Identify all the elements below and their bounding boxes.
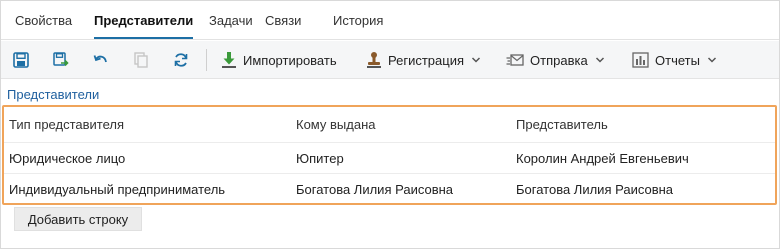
sending-label: Отправка <box>530 52 588 68</box>
table-row[interactable]: Индивидуальный предприниматель Богатова … <box>4 174 775 206</box>
refresh-icon[interactable] <box>172 51 190 69</box>
chevron-down-icon <box>595 57 604 63</box>
tab-history[interactable]: История <box>333 13 383 39</box>
chevron-down-icon <box>707 57 716 63</box>
cell-representative[interactable]: Королин Андрей Евгеньевич <box>516 151 689 166</box>
column-header-representative-type: Тип представителя <box>9 117 125 132</box>
reports-label: Отчеты <box>655 52 700 68</box>
stamp-icon <box>367 52 381 68</box>
save-icon[interactable] <box>12 51 30 69</box>
column-header-representative: Представитель <box>516 117 608 132</box>
tab-bar-divider <box>1 39 779 40</box>
chevron-down-icon <box>471 57 481 63</box>
send-icon <box>506 54 524 66</box>
tab-representatives[interactable]: Представители <box>94 13 194 39</box>
download-icon <box>222 52 236 68</box>
table-header-row: Тип представителя Кому выдана Представит… <box>4 109 775 141</box>
section-title: Представители <box>7 87 100 102</box>
tab-links[interactable]: Связи <box>265 13 301 39</box>
tab-tasks[interactable]: Задачи <box>209 13 253 39</box>
undo-icon[interactable] <box>92 51 110 69</box>
table-row[interactable]: Юридическое лицо Юпитер Королин Андрей Е… <box>4 143 775 175</box>
toolbar: Импортировать Регистрация Отправка Отчет… <box>1 41 779 79</box>
import-label: Импортировать <box>243 52 337 68</box>
tab-bar: Свойства Представители Задачи Связи Исто… <box>1 1 779 41</box>
representatives-table: Тип представителя Кому выдана Представит… <box>2 105 777 205</box>
representatives-panel: Свойства Представители Задачи Связи Исто… <box>0 0 780 249</box>
cell-issued-to[interactable]: Юпитер <box>296 151 344 166</box>
reports-dropdown[interactable]: Отчеты <box>632 50 717 70</box>
add-row-button[interactable]: Добавить строку <box>14 207 142 231</box>
registration-label: Регистрация <box>388 52 464 68</box>
tab-properties[interactable]: Свойства <box>15 13 72 39</box>
column-header-issued-to: Кому выдана <box>296 117 376 132</box>
toolbar-separator <box>206 49 207 71</box>
sending-dropdown[interactable]: Отправка <box>506 50 605 70</box>
cell-representative-type[interactable]: Индивидуальный предприниматель <box>9 182 225 197</box>
cell-issued-to[interactable]: Богатова Лилия Раисовна <box>296 182 453 197</box>
bar-chart-icon <box>632 52 649 68</box>
copy-icon[interactable] <box>132 51 150 69</box>
cell-representative[interactable]: Богатова Лилия Раисовна <box>516 182 673 197</box>
cell-representative-type[interactable]: Юридическое лицо <box>9 151 125 166</box>
registration-dropdown[interactable]: Регистрация <box>366 50 481 70</box>
import-button[interactable]: Импортировать <box>221 50 337 70</box>
save-and-close-icon[interactable] <box>52 51 70 69</box>
